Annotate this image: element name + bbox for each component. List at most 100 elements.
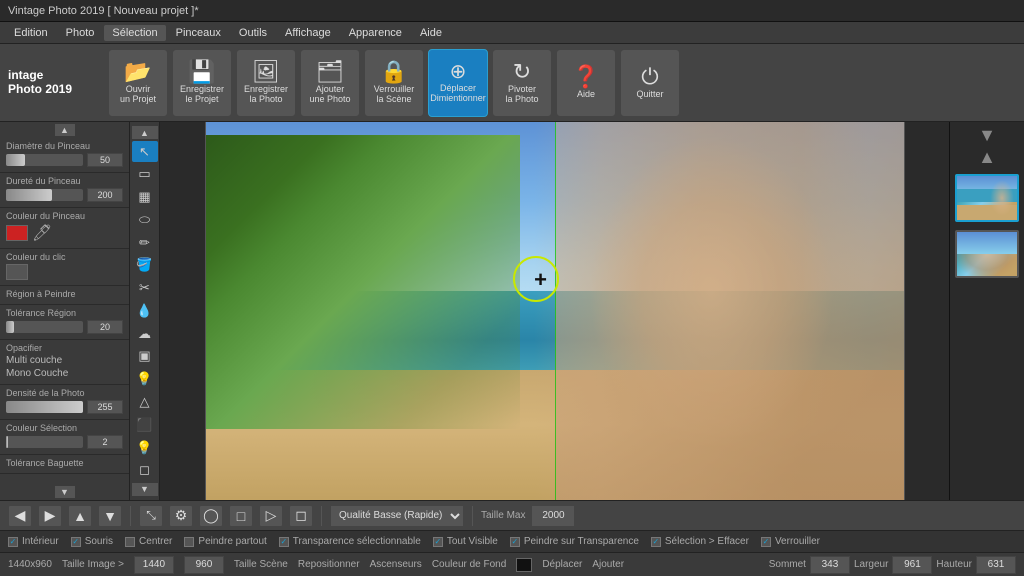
status-peindre-partout: Peindre partout [184,536,266,547]
main-container: intage Photo 2019 📂 Ouvrirun Projet 💾 En… [0,44,1024,576]
thumbnail-2[interactable] [955,230,1019,278]
tool-stamp[interactable]: ⬛ [132,414,158,435]
quit-icon: ⏻ [641,66,658,88]
tool-rect2[interactable]: ◻ [132,460,158,481]
hauteur-input[interactable] [976,556,1016,574]
brush-hardness-section: Dureté du Pinceau [0,173,129,208]
status-centrer: Centrer [125,536,172,547]
density-input[interactable] [87,400,123,414]
tool-select[interactable]: ↖ [132,141,158,162]
add-photo-icon: 🗂 [316,61,344,83]
image-height-input[interactable] [184,556,224,574]
menu-selection[interactable]: Sélection [104,25,165,41]
menu-aide[interactable]: Aide [412,25,450,41]
brush-hardness-input[interactable] [87,188,123,202]
tolerance-region-input[interactable] [87,320,123,334]
tools-scroll-up[interactable]: ▲ [132,126,158,139]
btn-verrouiller-scene[interactable]: 🔒 Verrouillerla Scène [364,49,424,117]
btn-aide[interactable]: ❓ Aide [556,49,616,117]
nav-up[interactable]: ▲ [68,505,92,527]
thumb-scroll-up-right[interactable]: ▲ [978,148,996,166]
tool-light[interactable]: 💡 [132,369,158,390]
tool-cloud[interactable]: ☁ [132,323,158,344]
status-peindre-transp: ✓ Peindre sur Transparence [510,536,639,547]
tool-box[interactable]: ▣ [132,346,158,367]
background-color-swatch[interactable] [516,558,532,572]
mono-couche-label[interactable]: Mono Couche [6,368,68,379]
btn-circle[interactable]: ◯ [199,505,223,527]
tool-shape[interactable]: △ [132,392,158,413]
btn-enregistrer-projet[interactable]: 💾 Enregistrerle Projet [172,49,232,117]
tool-ellipse[interactable]: ⬭ [132,210,158,231]
status-souris: ✓ Souris [71,536,113,547]
region-peindre-section: Région à Peindre [0,286,129,305]
ascenseurs-label: Ascenseurs [370,559,422,570]
btn-deplacer[interactable]: ⊕ DéplacerDimientionner [428,49,488,117]
status-interieur: ✓ Intérieur [8,536,59,547]
toolbar-sep-3 [472,506,473,526]
tool-fill[interactable]: 🪣 [132,255,158,276]
tools-scroll-down[interactable]: ▼ [132,483,158,496]
repositionner-label: Repositionner [298,559,360,570]
sommet-input[interactable] [810,556,850,574]
btn-enregistrer-photo[interactable]: 🖼 Enregistrerla Photo [236,49,296,117]
thumb-scroll-down-right[interactable]: ▼ [978,126,996,144]
ajouter-label: Ajouter [592,559,624,570]
nav-down[interactable]: ▼ [98,505,122,527]
size-label: Taille Max [481,510,525,521]
taille-scene-label: Taille Scène [234,559,288,570]
menu-apparence[interactable]: Apparence [341,25,410,41]
eyedropper-icon[interactable]: 🖊 [32,223,52,243]
menu-edition[interactable]: Edition [6,25,56,41]
nav-forward[interactable]: ▶ [38,505,62,527]
toolbar: intage Photo 2019 📂 Ouvrirun Projet 💾 En… [0,44,1024,122]
multi-couche-label[interactable]: Multi couche [6,355,62,366]
brush-color-swatch[interactable] [6,225,28,241]
btn-settings[interactable]: ⚙ [169,505,193,527]
btn-square[interactable]: ◻ [289,505,313,527]
title-bar: Vintage Photo 2019 [ Nouveau projet ]* [0,0,1024,22]
brush-diameter-input[interactable] [87,153,123,167]
color-selection-section: Couleur Sélection [0,420,129,455]
image-width-input[interactable] [134,556,174,574]
btn-ouvrir-projet[interactable]: 📂 Ouvrirun Projet [108,49,168,117]
click-color-swatch[interactable] [6,264,28,280]
density-section: Densité de la Photo [0,385,129,420]
largeur-input[interactable] [892,556,932,574]
quality-select[interactable]: Qualité Basse (Rapide) Qualité Haute [330,505,464,527]
menu-photo[interactable]: Photo [58,25,103,41]
panel-scroll-up[interactable]: ▲ [0,122,129,138]
open-icon: 📂 [124,61,151,83]
couleur-fond-label: Couleur de Fond [432,559,507,570]
position-bar: 1440x960 Taille Image > Taille Scène Rep… [0,552,1024,576]
btn-play[interactable]: ▷ [259,505,283,527]
btn-ajouter-photo[interactable]: 🗂 Ajouterune Photo [300,49,360,117]
btn-monitor[interactable]: □ [229,505,253,527]
tool-lasso[interactable]: ✂ [132,278,158,299]
brush-color-section: Couleur du Pinceau 🖊 [0,208,129,249]
tool-pattern[interactable]: ▦ [132,187,158,208]
nav-back[interactable]: ◀ [8,505,32,527]
thumbnail-1[interactable] [955,174,1019,222]
size-input[interactable] [531,505,575,527]
canvas-area[interactable]: + [160,122,949,500]
tool-bulb[interactable]: 💡 [132,437,158,458]
tool-drop[interactable]: 💧 [132,301,158,322]
baguette-section: Tolérance Baguette [0,455,129,474]
palm-layer [206,135,520,429]
panel-scroll-down[interactable]: ▼ [0,484,129,500]
left-panel: ▲ Diamètre du Pinceau Dureté du Pinceau … [0,122,130,500]
save-project-icon: 💾 [188,61,215,83]
work-area: ▲ Diamètre du Pinceau Dureté du Pinceau … [0,122,1024,500]
color-selection-input[interactable] [87,435,123,449]
btn-quitter[interactable]: ⏻ Quitter [620,49,680,117]
btn-pivoter[interactable]: ↻ Pivoterla Photo [492,49,552,117]
btn-fit[interactable]: ⤡ [139,505,163,527]
menu-outils[interactable]: Outils [231,25,275,41]
menu-pinceaux[interactable]: Pinceaux [168,25,229,41]
tool-pencil[interactable]: ✏ [132,232,158,253]
app-title-line1: intage [8,69,98,82]
tool-rect[interactable]: ▭ [132,164,158,185]
menu-affichage[interactable]: Affichage [277,25,339,41]
tolerance-region-section: Tolérance Région [0,305,129,340]
